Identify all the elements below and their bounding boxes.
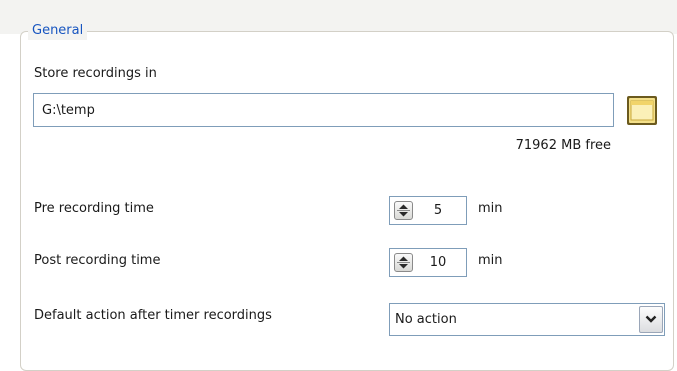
- post-recording-value[interactable]: 10: [416, 249, 460, 276]
- free-space-text: 71962 MB free: [515, 138, 611, 153]
- spin-arrows-icon: [397, 204, 410, 217]
- pre-recording-unit: min: [478, 201, 503, 216]
- store-recordings-label: Store recordings in: [34, 66, 157, 81]
- group-title: General: [28, 22, 88, 40]
- recordings-path-input[interactable]: [33, 93, 614, 127]
- spin-arrows-icon: [397, 256, 410, 269]
- dropdown-button[interactable]: [639, 306, 663, 333]
- default-action-label: Default action after timer recordings: [34, 308, 272, 323]
- chevron-down-icon: [645, 315, 657, 323]
- header-band: [0, 0, 677, 34]
- folder-icon: [627, 96, 657, 125]
- pre-recording-value[interactable]: 5: [416, 197, 460, 224]
- post-recording-spin-buttons[interactable]: [394, 253, 413, 272]
- browse-folder-button[interactable]: [624, 94, 660, 128]
- post-recording-unit: min: [478, 253, 503, 268]
- pre-recording-stepper[interactable]: 5: [389, 196, 467, 225]
- pre-recording-spin-buttons[interactable]: [394, 201, 413, 220]
- default-action-select[interactable]: No action: [389, 303, 665, 336]
- post-recording-stepper[interactable]: 10: [389, 248, 467, 277]
- pre-recording-label: Pre recording time: [34, 201, 154, 216]
- post-recording-label: Post recording time: [34, 253, 161, 268]
- default-action-selected-value: No action: [395, 312, 457, 327]
